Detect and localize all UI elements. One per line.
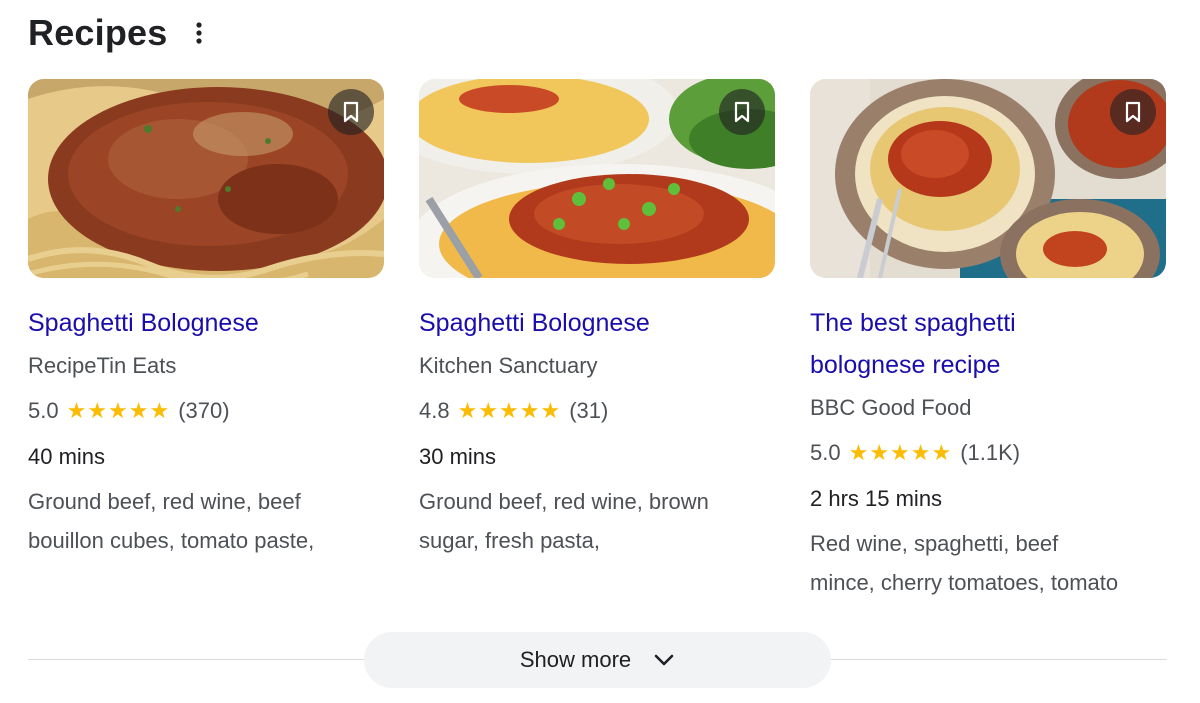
bookmark-icon — [734, 101, 750, 123]
ingredients-line: mince, cherry tomatoes, tomato — [810, 570, 1119, 595]
ingredients-line: sugar, fresh pasta, — [419, 528, 600, 553]
more-options-button[interactable] — [187, 13, 211, 53]
recipe-title-line: Spaghetti Bolognese — [28, 309, 259, 337]
divider-left — [28, 659, 368, 660]
rating-value: 5.0 — [810, 440, 841, 465]
star-rating-icon: ★★★★★ — [457, 398, 562, 423]
recipes-header: Recipes — [28, 10, 211, 56]
rating-row: 4.8 ★★★★★ (31) — [419, 388, 775, 434]
recipe-thumbnail[interactable] — [28, 79, 384, 278]
chevron-down-icon — [653, 653, 675, 667]
bookmark-icon — [343, 101, 359, 123]
rating-value: 5.0 — [28, 398, 59, 423]
cook-time: 2 hrs 15 mins — [810, 486, 943, 511]
ingredients-line: Ground beef, red wine, beef — [28, 489, 301, 514]
star-rating-icon: ★★★★★ — [66, 398, 171, 423]
recipe-title-link[interactable]: Spaghetti Bolognese — [419, 302, 775, 344]
section-title: Recipes — [28, 12, 168, 53]
recipe-card: Spaghetti Bolognese Kitchen Sanctuary 4.… — [419, 79, 775, 602]
recipe-source: RecipeTin Eats — [28, 353, 177, 378]
recipe-thumbnail[interactable] — [810, 79, 1166, 278]
ingredients-line: bouillon cubes, tomato paste, — [28, 528, 315, 553]
recipe-title-link[interactable]: The best spaghetti bolognese recipe — [810, 302, 1166, 386]
star-rating-icon: ★★★★★ — [848, 440, 953, 465]
divider-right — [828, 659, 1167, 660]
rating-row: 5.0 ★★★★★ (370) — [28, 388, 384, 434]
recipe-title-link[interactable]: Spaghetti Bolognese — [28, 302, 384, 344]
ingredients: Ground beef, red wine, beef bouillon cub… — [28, 482, 378, 560]
recipe-cards: Spaghetti Bolognese RecipeTin Eats 5.0 ★… — [28, 79, 1166, 602]
recipe-card: Spaghetti Bolognese RecipeTin Eats 5.0 ★… — [28, 79, 384, 602]
rating-value: 4.8 — [419, 398, 450, 423]
recipe-source: Kitchen Sanctuary — [419, 353, 598, 378]
ingredients-line: Red wine, spaghetti, beef — [810, 531, 1059, 556]
save-recipe-button[interactable] — [328, 89, 374, 135]
recipe-card: The best spaghetti bolognese recipe BBC … — [810, 79, 1166, 602]
review-count: (1.1K) — [960, 440, 1021, 465]
more-vert-icon — [196, 22, 203, 44]
review-count: (370) — [178, 398, 230, 423]
review-count: (31) — [569, 398, 609, 423]
recipe-source: BBC Good Food — [810, 395, 972, 420]
ingredients-line: Ground beef, red wine, brown — [419, 489, 709, 514]
show-more-button[interactable]: Show more — [364, 632, 831, 688]
recipe-title-line: Spaghetti Bolognese — [419, 309, 650, 337]
show-more-label: Show more — [519, 647, 632, 672]
save-recipe-button[interactable] — [719, 89, 765, 135]
rating-row: 5.0 ★★★★★ (1.1K) — [810, 430, 1166, 476]
recipe-thumbnail[interactable] — [419, 79, 775, 278]
recipe-title-line: bolognese recipe — [810, 351, 1001, 379]
bookmark-icon — [1125, 101, 1141, 123]
recipe-title-line: The best spaghetti — [810, 309, 1016, 337]
save-recipe-button[interactable] — [1110, 89, 1156, 135]
cook-time: 30 mins — [419, 444, 497, 469]
cook-time: 40 mins — [28, 444, 106, 469]
ingredients: Ground beef, red wine, brown sugar, fres… — [419, 482, 769, 560]
ingredients: Red wine, spaghetti, beef mince, cherry … — [810, 524, 1160, 602]
